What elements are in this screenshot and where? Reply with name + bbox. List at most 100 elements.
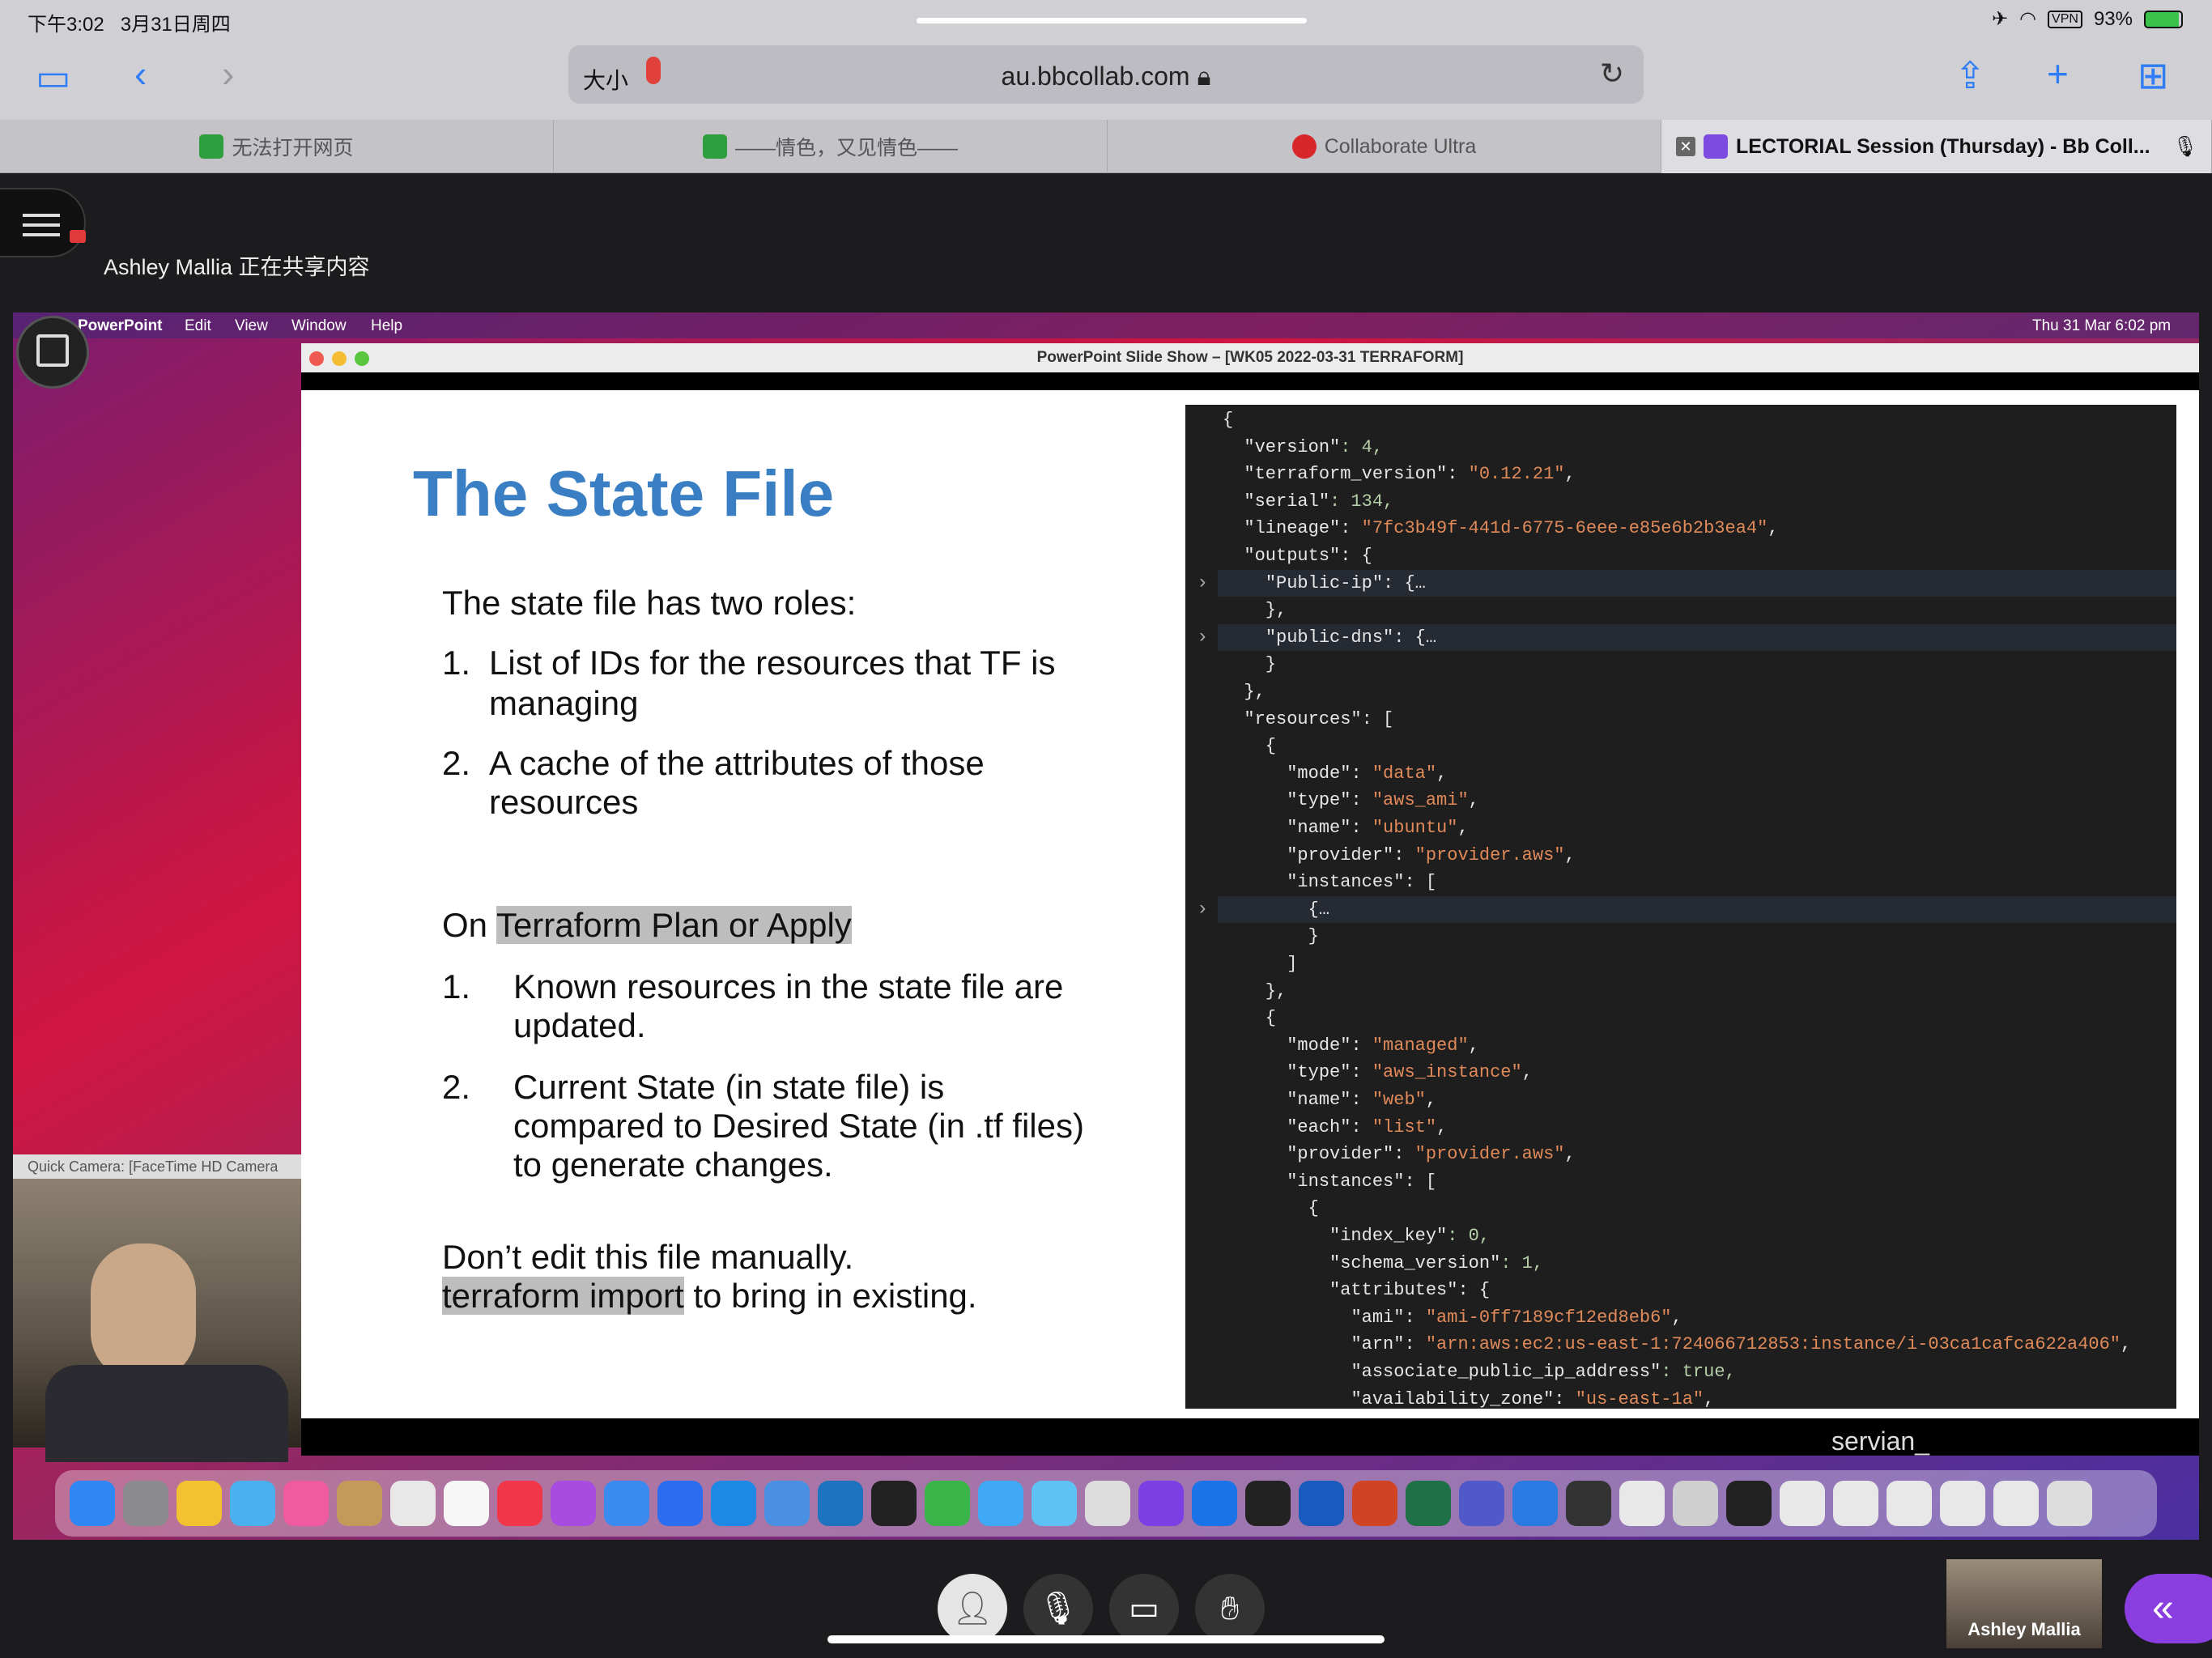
code-line: "provider": "provider.aws",	[1287, 844, 1576, 865]
dock-app-icon[interactable]	[1299, 1481, 1344, 1526]
fold-chevron-icon[interactable]: ›	[1197, 624, 1208, 652]
close-light-icon	[309, 351, 324, 366]
slide-text: List of IDs for the resources that TF is	[489, 644, 1056, 682]
mute-mic-button[interactable]: 🎙︎	[1023, 1574, 1093, 1643]
douban-icon	[702, 134, 727, 159]
dock-app-icon[interactable]	[657, 1481, 703, 1526]
home-indicator[interactable]	[827, 1635, 1385, 1643]
zoom-share-button[interactable]	[16, 316, 89, 389]
code-line: }	[1223, 926, 1319, 947]
dock-app-icon[interactable]	[497, 1481, 542, 1526]
dock-app-icon[interactable]	[444, 1481, 489, 1526]
battery-icon	[2144, 10, 2183, 28]
code-line: {	[1223, 736, 1277, 757]
dock-app-icon[interactable]	[1512, 1481, 1558, 1526]
dock-app-icon[interactable]	[1406, 1481, 1451, 1526]
dock-app-icon[interactable]	[551, 1481, 596, 1526]
dock-app-icon[interactable]	[1780, 1481, 1825, 1526]
slide-text: managing	[489, 684, 639, 722]
dock-app-icon[interactable]	[1887, 1481, 1932, 1526]
tab-4-active[interactable]: ✕ LECTORIAL Session (Thursday) - Bb Coll…	[1661, 120, 2212, 173]
window-title: PowerPoint Slide Show – [WK05 2022-03-31…	[301, 343, 2199, 372]
open-panel-button[interactable]: «	[2125, 1574, 2212, 1643]
slide-text: terraform import to bring in existing.	[442, 1276, 977, 1316]
dock-app-icon[interactable]	[711, 1481, 756, 1526]
code-line: "type": "aws_ami",	[1287, 790, 1479, 811]
address-bar[interactable]: 大小 au.bbcollab.com 🔒︎ ↻	[568, 45, 1644, 104]
top-grabber[interactable]	[917, 18, 1307, 23]
my-status-button[interactable]: 👤︎	[938, 1574, 1007, 1643]
new-tab-icon[interactable]: +	[2047, 55, 2069, 92]
date-text: 3月31日周四	[120, 14, 231, 36]
raise-hand-button[interactable]: ✋︎	[1195, 1574, 1265, 1643]
tabs-overview-icon[interactable]: ⊞	[2138, 57, 2169, 94]
presenter-body	[45, 1365, 288, 1462]
text-part: On	[442, 906, 496, 944]
dock-app-icon[interactable]	[818, 1481, 863, 1526]
sidebar-icon[interactable]: ▭	[36, 58, 70, 96]
dock-app-icon[interactable]	[1833, 1481, 1878, 1526]
dock-app-icon[interactable]	[177, 1481, 222, 1526]
code-line: {	[1223, 410, 1234, 430]
dock-app-icon[interactable]	[70, 1481, 115, 1526]
dock-app-icon[interactable]	[604, 1481, 649, 1526]
collaborate-icon	[1291, 134, 1317, 159]
dock-app-icon[interactable]	[871, 1481, 917, 1526]
dock-app-icon[interactable]	[337, 1481, 382, 1526]
fold-chevron-icon[interactable]: ›	[1197, 570, 1208, 597]
session-menu-button[interactable]	[0, 188, 86, 257]
status-right: ✈ ◠ VPN 93%	[1992, 7, 2183, 31]
dock-app-icon[interactable]	[1138, 1481, 1184, 1526]
dock-app-icon[interactable]	[1940, 1481, 1985, 1526]
fold-chevron-icon[interactable]: ›	[1197, 896, 1208, 924]
tab-1[interactable]: 无法打开网页	[0, 120, 554, 173]
dock-app-icon[interactable]	[123, 1481, 168, 1526]
dock-app-icon[interactable]	[1566, 1481, 1611, 1526]
code-line: "resources": [	[1244, 708, 1394, 729]
code-line: "provider": "provider.aws",	[1287, 1144, 1576, 1165]
camera-off-button[interactable]: ▭	[1109, 1574, 1179, 1643]
code-line: "schema_version": 1,	[1329, 1252, 1544, 1273]
tab-label: LECTORIAL Session (Thursday) - Bb Coll..…	[1736, 134, 2150, 158]
close-tab-icon[interactable]: ✕	[1676, 137, 1695, 156]
dock-app-icon[interactable]	[1459, 1481, 1504, 1526]
mac-dock	[55, 1470, 2157, 1537]
reload-icon[interactable]: ↻	[1600, 57, 1624, 91]
vpn-badge: VPN	[2048, 10, 2082, 28]
dock-app-icon[interactable]	[1619, 1481, 1665, 1526]
dock-app-icon[interactable]	[1673, 1481, 1718, 1526]
url-text[interactable]: au.bbcollab.com 🔒︎	[568, 62, 1644, 92]
dock-app-icon[interactable]	[1352, 1481, 1397, 1526]
dock-app-icon[interactable]	[1085, 1481, 1130, 1526]
dock-app-icon[interactable]	[1032, 1481, 1077, 1526]
slide-text: A cache of the attributes of those	[489, 744, 985, 782]
dock-app-icon[interactable]	[230, 1481, 275, 1526]
wifi-icon: ◠	[2019, 8, 2037, 30]
dock-app-icon[interactable]	[2047, 1481, 2092, 1526]
dock-app-icon[interactable]	[1192, 1481, 1237, 1526]
dock-app-icon[interactable]	[764, 1481, 810, 1526]
code-line: "outputs": {	[1244, 546, 1372, 566]
menu-powerpoint: PowerPoint	[78, 317, 163, 334]
code-line: },	[1223, 682, 1266, 702]
dock-app-icon[interactable]	[1726, 1481, 1772, 1526]
dock-app-icon[interactable]	[390, 1481, 436, 1526]
share-icon[interactable]: ⇪	[1955, 57, 1986, 94]
slide-text: updated.	[513, 1006, 646, 1044]
list-number: 2.	[442, 744, 471, 782]
code-line: },	[1223, 600, 1287, 621]
dock-app-icon[interactable]	[1245, 1481, 1291, 1526]
forward-icon[interactable]: ›	[222, 55, 234, 92]
dock-app-icon[interactable]	[925, 1481, 970, 1526]
code-line: "Public-ip": {…	[1265, 572, 1426, 593]
dock-app-icon[interactable]	[283, 1481, 329, 1526]
slide: The State File The state file has two ro…	[301, 390, 2199, 1418]
slide-text: compared to Desired State (in .tf files)	[513, 1107, 1084, 1145]
tab-2[interactable]: ——情色，又见情色——	[554, 120, 1108, 173]
dock-app-icon[interactable]	[978, 1481, 1023, 1526]
tab-3[interactable]: Collaborate Ultra	[1108, 120, 1661, 173]
code-line: "instances": [	[1287, 872, 1437, 893]
slide-text: to generate changes.	[513, 1146, 833, 1184]
dock-app-icon[interactable]	[1993, 1481, 2039, 1526]
back-icon[interactable]: ‹	[134, 55, 147, 92]
